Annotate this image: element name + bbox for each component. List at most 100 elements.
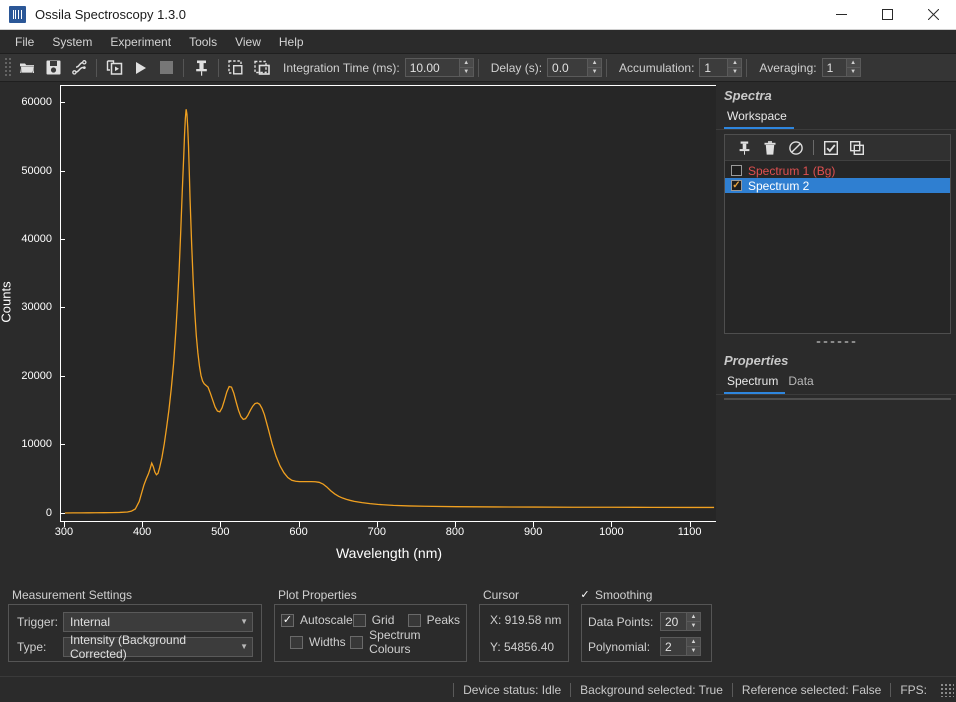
- spectrum-colours-checkbox[interactable]: [350, 635, 364, 649]
- trigger-select[interactable]: Internal ▼: [63, 611, 253, 632]
- reference-icon[interactable]: [66, 56, 92, 80]
- spectra-tab-row: Workspace: [716, 105, 956, 130]
- maximize-icon[interactable]: [864, 0, 910, 30]
- spectrum-plot-pane[interactable]: 0 10000 20000 30000 40000 50000 60000 300 400 50…: [0, 82, 728, 583]
- data-points-arrows[interactable]: ▲ ▼: [686, 612, 701, 631]
- menu-file[interactable]: File: [6, 32, 43, 52]
- integration-time-arrows[interactable]: ▲ ▼: [458, 58, 474, 77]
- averaging-input[interactable]: [821, 58, 846, 77]
- menu-view[interactable]: View: [226, 32, 270, 52]
- spectra-list[interactable]: Spectrum 1 (Bg) ✓ Spectrum 2: [725, 161, 950, 333]
- data-points-up-arrow[interactable]: ▲: [687, 613, 700, 622]
- select-all-icon[interactable]: [818, 137, 844, 159]
- delete-icon[interactable]: [757, 137, 783, 159]
- integration-time-down-arrow[interactable]: ▼: [460, 68, 473, 76]
- toolbar-separator-1: [96, 58, 97, 77]
- run-batch-icon[interactable]: [101, 56, 127, 80]
- averaging-spinner[interactable]: ▲ ▼: [821, 58, 861, 77]
- status-reference-selected: Reference selected: False: [731, 682, 890, 697]
- list-item[interactable]: Spectrum 1 (Bg): [725, 163, 950, 178]
- duplicate-icon[interactable]: [844, 137, 870, 159]
- toolbar-separator-2: [183, 58, 184, 77]
- accumulation-spinner[interactable]: ▲ ▼: [699, 58, 743, 77]
- stop-icon[interactable]: [153, 56, 179, 80]
- polynomial-spinner[interactable]: ▲ ▼: [660, 637, 701, 656]
- averaging-up-arrow[interactable]: ▲: [846, 59, 860, 68]
- polynomial-up-arrow[interactable]: ▲: [687, 638, 700, 647]
- integration-time-spinner[interactable]: ▲ ▼: [404, 58, 474, 77]
- accumulation-arrows[interactable]: ▲ ▼: [727, 58, 743, 77]
- properties-tab-row: Spectrum Data: [716, 370, 956, 395]
- widths-checkbox[interactable]: [290, 635, 303, 649]
- type-select[interactable]: Intensity (Background Corrected) ▼: [63, 633, 253, 661]
- menu-experiment[interactable]: Experiment: [101, 32, 180, 52]
- x-tick-label-2: 500: [211, 526, 230, 538]
- workspace-toolbar: [725, 135, 950, 161]
- autoscale-checkbox[interactable]: ✓: [281, 613, 294, 627]
- select-region-icon[interactable]: [223, 56, 249, 80]
- spectrum-visibility-checkbox[interactable]: ✓: [731, 180, 742, 191]
- x-tick-mark-5: [454, 522, 456, 527]
- tab-spectrum[interactable]: Spectrum: [724, 370, 786, 394]
- delay-spinner[interactable]: ▲ ▼: [547, 58, 603, 77]
- accumulation-up-arrow[interactable]: ▲: [728, 59, 742, 68]
- delay-arrows[interactable]: ▲ ▼: [587, 58, 603, 77]
- chevron-down-icon: ▼: [240, 617, 248, 626]
- list-item[interactable]: ✓ Spectrum 2: [725, 178, 950, 193]
- integration-time-input[interactable]: [404, 58, 459, 77]
- checkbox-autoscale[interactable]: ✓ Autoscale: [281, 609, 353, 631]
- menu-help[interactable]: Help: [270, 32, 313, 52]
- grid-checkbox[interactable]: [352, 613, 366, 627]
- pin-icon[interactable]: [731, 137, 757, 159]
- y-tick-label-5: 50000: [21, 164, 52, 177]
- close-icon[interactable]: [910, 0, 956, 30]
- tab-data[interactable]: Data: [785, 370, 820, 394]
- open-folder-icon[interactable]: [14, 56, 40, 80]
- y-tick-label-1: 10000: [21, 438, 52, 451]
- integration-time-label: Integration Time (ms):: [283, 60, 400, 75]
- status-background-selected: Background selected: True: [570, 682, 732, 697]
- y-tick-mark-4: [60, 239, 65, 240]
- properties-scrollbar-thumb[interactable]: [939, 399, 950, 400]
- checkbox-spectrum-colours[interactable]: Spectrum Colours: [350, 628, 460, 656]
- averaging-arrows[interactable]: ▲ ▼: [845, 58, 861, 77]
- autoscale-label: Autoscale: [300, 613, 353, 627]
- polynomial-arrows[interactable]: ▲ ▼: [686, 637, 701, 656]
- polynomial-input[interactable]: [660, 637, 686, 656]
- tab-workspace[interactable]: Workspace: [724, 105, 794, 129]
- toolbar-grip[interactable]: [4, 57, 12, 78]
- delay-down-arrow[interactable]: ▼: [588, 68, 601, 76]
- workspace-toolbar-separator: [813, 140, 814, 155]
- peaks-checkbox[interactable]: [407, 613, 421, 627]
- chart-plot-area[interactable]: [60, 85, 718, 522]
- play-icon[interactable]: [127, 56, 153, 80]
- polynomial-down-arrow[interactable]: ▼: [687, 647, 700, 655]
- delay-input[interactable]: [547, 58, 588, 77]
- type-row: Type: Intensity (Background Corrected) ▼: [17, 633, 253, 661]
- delay-up-arrow[interactable]: ▲: [588, 59, 602, 68]
- integration-time-up-arrow[interactable]: ▲: [459, 59, 473, 68]
- data-points-down-arrow[interactable]: ▼: [687, 622, 700, 630]
- type-value: Intensity (Background Corrected): [70, 632, 187, 661]
- spectrum-visibility-checkbox[interactable]: [731, 165, 742, 176]
- menu-system[interactable]: System: [43, 32, 101, 52]
- smoothing-checkbox[interactable]: ✓: [579, 589, 591, 601]
- accumulation-input[interactable]: [699, 58, 728, 77]
- x-tick-mark-7: [611, 522, 613, 527]
- save-icon[interactable]: [40, 56, 66, 80]
- accumulation-down-arrow[interactable]: ▼: [728, 68, 741, 76]
- averaging-down-arrow[interactable]: ▼: [847, 68, 860, 76]
- smoothing-frame: Data Points: ▲ ▼ Polynomial: ▲ ▼: [581, 604, 712, 662]
- menu-bar: File System Experiment Tools View Help: [0, 30, 956, 54]
- copy-region-icon[interactable]: [249, 56, 275, 80]
- data-points-input[interactable]: [660, 612, 686, 631]
- pin-icon[interactable]: [188, 56, 214, 80]
- menu-tools[interactable]: Tools: [180, 32, 226, 52]
- panel-splitter[interactable]: [716, 336, 956, 347]
- minimize-icon[interactable]: [818, 0, 864, 30]
- resize-grip[interactable]: [940, 682, 954, 697]
- clear-icon[interactable]: [783, 137, 809, 159]
- x-axis-label: Wavelength (nm): [335, 545, 443, 561]
- data-points-spinner[interactable]: ▲ ▼: [660, 612, 701, 631]
- checkbox-widths[interactable]: Widths: [281, 631, 350, 653]
